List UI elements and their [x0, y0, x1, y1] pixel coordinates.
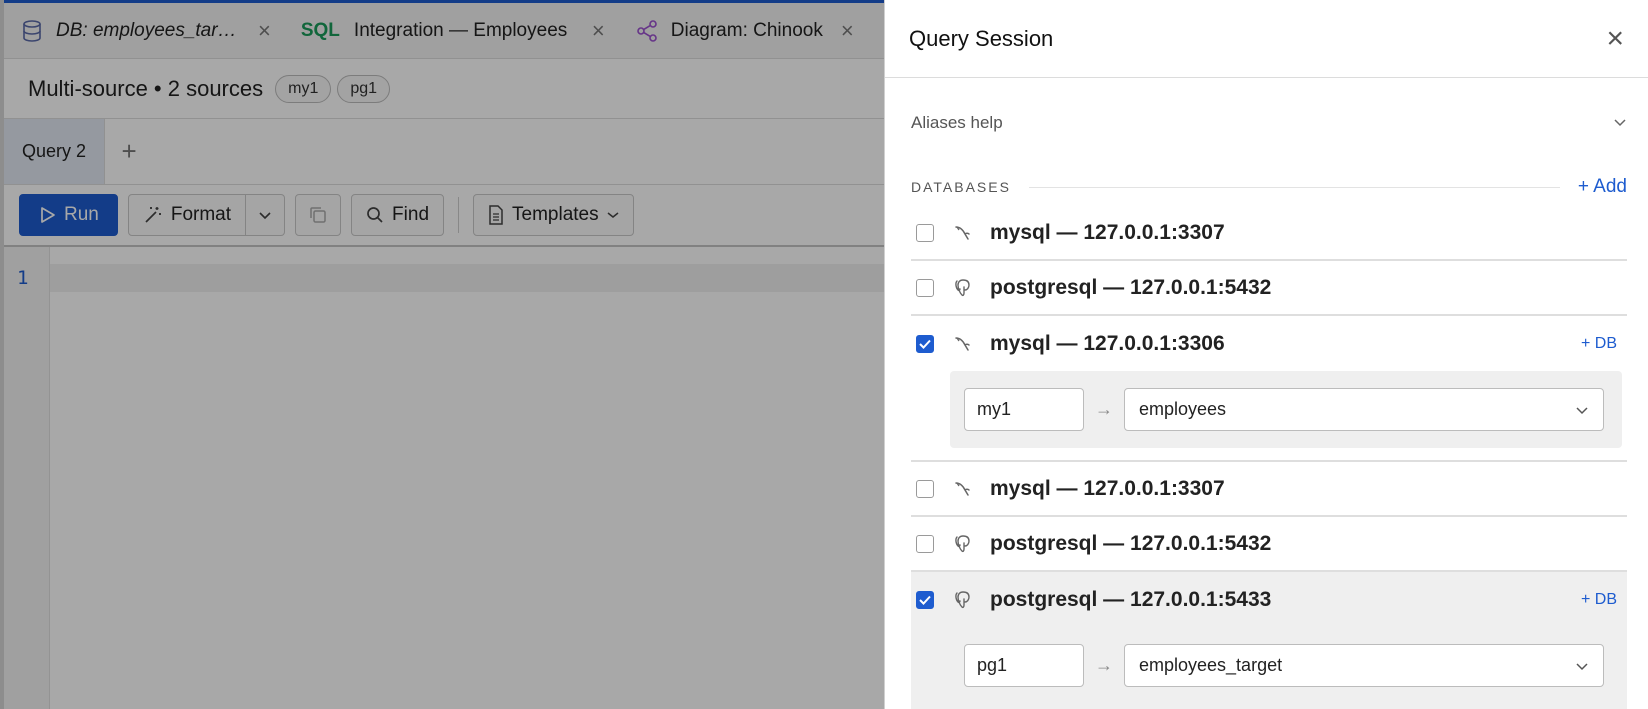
- connection-checkbox[interactable]: [916, 223, 934, 242]
- postgresql-elephant-icon: [952, 533, 974, 555]
- drawer-header: Query Session ×: [885, 0, 1648, 78]
- database-select-value: employees_target: [1139, 655, 1283, 675]
- connection-name: postgresql — 127.0.0.1:5433: [990, 587, 1272, 611]
- drawer-body: Aliases help DATABASES + Add mysql — 127…: [911, 78, 1627, 709]
- connection-name: mysql — 127.0.0.1:3307: [990, 476, 1225, 500]
- connection-row[interactable]: postgresql — 127.0.0.1:5432: [911, 261, 1627, 316]
- connection-checkbox[interactable]: [916, 479, 934, 498]
- connection-name: postgresql — 127.0.0.1:5432: [990, 531, 1272, 555]
- connection-row[interactable]: mysql — 127.0.0.1:3307: [911, 462, 1627, 517]
- connection-name: mysql — 127.0.0.1:3306: [990, 331, 1225, 355]
- add-db-button[interactable]: + DB: [1581, 335, 1617, 353]
- mysql-dolphin-icon: [952, 478, 974, 500]
- mysql-dolphin-icon: [952, 333, 974, 355]
- connection-checkbox[interactable]: [916, 278, 934, 297]
- drawer-title: Query Session: [909, 25, 1054, 51]
- connection-row[interactable]: mysql — 127.0.0.1:3306 + DB: [911, 316, 1627, 371]
- chevron-down-icon: [1613, 114, 1627, 132]
- connection-group: mysql — 127.0.0.1:3306 + DB my1 → employ…: [911, 316, 1627, 462]
- alias-mapping: my1 → employees: [950, 371, 1622, 448]
- connection-name: mysql — 127.0.0.1:3307: [990, 220, 1225, 244]
- query-session-drawer: Query Session × Aliases help DATABASES +…: [884, 0, 1648, 709]
- chevron-down-icon: [1575, 658, 1589, 674]
- connection-checkbox-checked[interactable]: [916, 590, 934, 609]
- arrow-right-icon: →: [1095, 655, 1113, 675]
- add-database-button[interactable]: + Add: [1578, 176, 1627, 198]
- connection-row[interactable]: postgresql — 127.0.0.1:5433 + DB: [911, 572, 1627, 627]
- alias-input[interactable]: pg1: [964, 644, 1084, 687]
- arrow-right-icon: →: [1095, 399, 1113, 419]
- alias-mapping: pg1 → employees_target: [950, 627, 1622, 704]
- connection-name: postgresql — 127.0.0.1:5432: [990, 275, 1272, 299]
- postgresql-elephant-icon: [952, 277, 974, 299]
- database-select-value: employees: [1139, 399, 1227, 419]
- add-db-button[interactable]: + DB: [1581, 591, 1617, 609]
- databases-section-header: DATABASES + Add: [911, 168, 1627, 206]
- close-icon[interactable]: ×: [1606, 23, 1624, 54]
- chevron-down-icon: [1575, 402, 1589, 418]
- aliases-help-label: Aliases help: [911, 113, 1003, 132]
- mysql-dolphin-icon: [952, 222, 974, 244]
- connection-group: postgresql — 127.0.0.1:5433 + DB pg1 → e…: [911, 572, 1627, 709]
- divider: [1028, 186, 1560, 188]
- database-select[interactable]: employees_target: [1124, 644, 1604, 687]
- postgresql-elephant-icon: [952, 589, 974, 611]
- database-select[interactable]: employees: [1124, 388, 1604, 431]
- alias-input[interactable]: my1: [964, 388, 1084, 431]
- connection-row[interactable]: postgresql — 127.0.0.1:5432: [911, 517, 1627, 572]
- modal-backdrop[interactable]: [0, 0, 884, 709]
- connection-row[interactable]: mysql — 127.0.0.1:3307: [911, 206, 1627, 261]
- databases-label: DATABASES: [911, 179, 1011, 195]
- aliases-help-toggle[interactable]: Aliases help: [911, 78, 1627, 168]
- connection-checkbox[interactable]: [916, 534, 934, 553]
- connection-checkbox-checked[interactable]: [916, 334, 934, 353]
